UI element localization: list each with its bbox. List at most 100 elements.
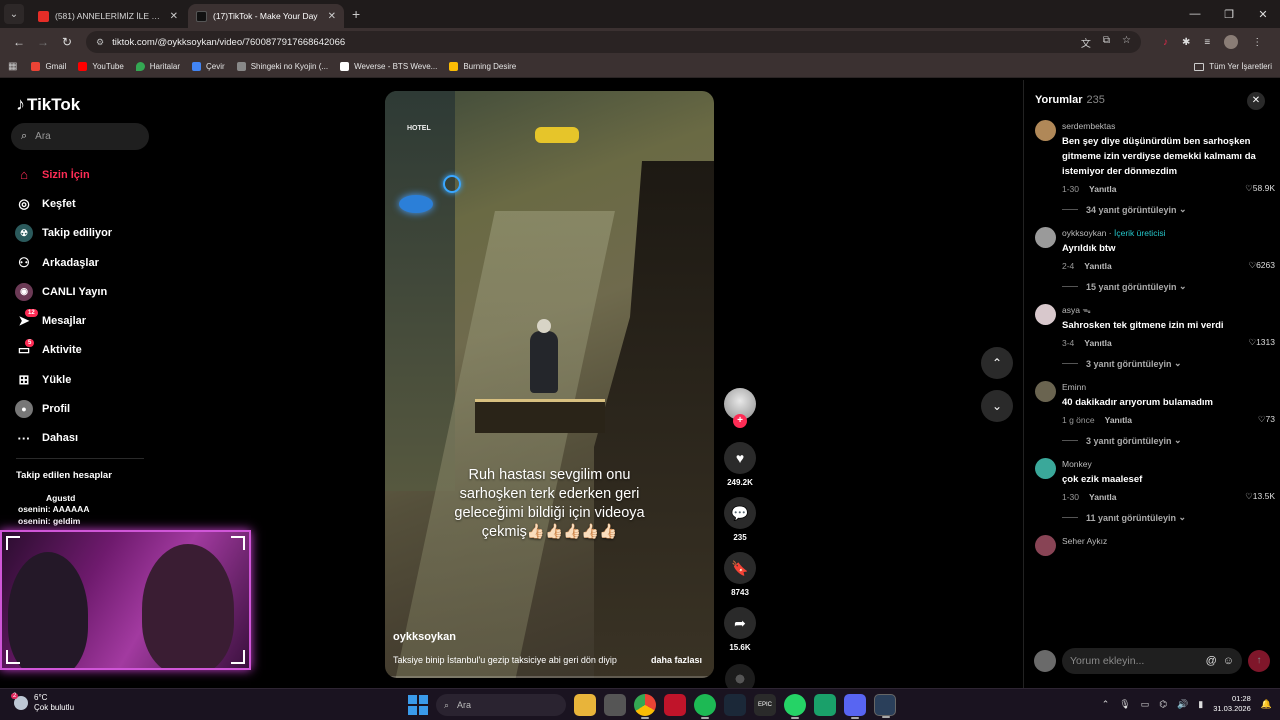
forward-icon[interactable]: → xyxy=(32,35,54,49)
previous-video-button[interactable]: ⌃ xyxy=(981,347,1013,379)
like-button[interactable]: ♥ xyxy=(724,442,756,474)
bookmark-translate[interactable]: Çevir xyxy=(192,62,225,71)
tab-search-chevron-icon[interactable]: ⌄ xyxy=(4,4,24,24)
whatsapp-icon[interactable] xyxy=(784,694,806,719)
bookmark-youtube[interactable]: YouTube xyxy=(78,62,124,71)
reply-button[interactable]: Yanıtla xyxy=(1089,184,1116,194)
all-bookmarks[interactable]: Tüm Yer İşaretleri xyxy=(1194,62,1272,71)
bookmark-weverse[interactable]: Weverse - BTS Weve... xyxy=(340,62,437,71)
comment-username[interactable]: oykksoykan · İçerik üreticisi xyxy=(1062,227,1275,239)
epic-games-icon[interactable]: EPIC xyxy=(754,694,776,716)
spotify-icon[interactable] xyxy=(694,694,716,719)
maximize-icon[interactable]: ❐ xyxy=(1212,8,1246,21)
comment-likes[interactable]: ♡1313 xyxy=(1248,337,1275,348)
profile-avatar-icon[interactable] xyxy=(1224,35,1239,49)
view-replies-button[interactable]: 3 yanıt görüntüleyin ⌄ xyxy=(1062,358,1275,369)
bookmark-star-icon[interactable]: ☆ xyxy=(1122,35,1131,50)
discord-icon[interactable] xyxy=(844,694,866,719)
sidebar-item-live[interactable]: ◉ CANLI Yayın xyxy=(15,277,112,306)
comment-avatar[interactable] xyxy=(1035,458,1056,479)
comment-username[interactable]: Eminn xyxy=(1062,381,1275,393)
share-button[interactable]: ➦ xyxy=(724,607,756,639)
search-input[interactable]: ⌕ Ara xyxy=(11,123,149,150)
bookmark-burning-desire[interactable]: Burning Desire xyxy=(449,62,516,71)
display-icon[interactable]: ▭ xyxy=(1141,699,1150,710)
extensions-icon[interactable]: ✱ xyxy=(1182,37,1190,48)
tab-close-icon[interactable]: ✕ xyxy=(328,11,336,22)
sidebar-item-profile[interactable]: ● Profil xyxy=(15,394,112,423)
send-comment-button[interactable]: ↑ xyxy=(1248,649,1270,672)
video-player[interactable]: HOTEL Ruh hastası sevgilim onu sarhoşken… xyxy=(385,91,714,678)
comment-username[interactable]: Seher Aykız xyxy=(1062,535,1275,547)
weather-widget[interactable]: 2 6°C Çok bulutlu xyxy=(11,693,74,713)
comment-avatar[interactable] xyxy=(1035,304,1056,325)
tiktok-logo[interactable]: ♪ TikTok xyxy=(16,94,80,115)
network-icon[interactable]: ⌬ xyxy=(1159,699,1167,710)
sidebar-item-messages[interactable]: ➤ 12 Mesajlar xyxy=(15,306,112,335)
notifications-icon[interactable]: 🔔 xyxy=(1261,699,1272,710)
reload-icon[interactable]: ↻ xyxy=(56,35,78,49)
reply-button[interactable]: Yanıtla xyxy=(1089,492,1116,502)
new-tab-icon[interactable]: + xyxy=(352,6,360,22)
taskbar-search[interactable]: ⌕ Ara xyxy=(436,694,566,716)
address-bar[interactable]: ⚙ tiktok.com/@oykksoykan/video/760087791… xyxy=(86,31,1141,53)
comment-username[interactable]: Monkey xyxy=(1062,458,1275,470)
install-app-icon[interactable]: ⧉ xyxy=(1103,35,1110,50)
reply-button[interactable]: Yanıtla xyxy=(1084,261,1111,271)
reply-button[interactable]: Yanıtla xyxy=(1105,415,1132,425)
comment-likes[interactable]: ♡6263 xyxy=(1248,260,1275,271)
sidebar-item-upload[interactable]: ⊞ Yükle xyxy=(15,365,112,394)
mention-icon[interactable]: @ xyxy=(1206,655,1217,667)
bookmark-maps[interactable]: Haritalar xyxy=(135,62,180,71)
reading-list-icon[interactable]: ≡ xyxy=(1204,37,1210,48)
comment-username[interactable]: asya ᯓ xyxy=(1062,304,1275,316)
site-info-icon[interactable]: ⚙ xyxy=(96,37,104,48)
app-red-icon[interactable] xyxy=(664,694,686,716)
view-replies-button[interactable]: 15 yanıt görüntüleyin ⌄ xyxy=(1062,281,1275,292)
tab-close-icon[interactable]: ✕ xyxy=(170,11,178,22)
comment-likes[interactable]: ♡73 xyxy=(1258,414,1275,425)
bookmark-gmail[interactable]: Gmail xyxy=(31,62,66,71)
comment-button[interactable]: 💬 xyxy=(724,497,756,529)
volume-icon[interactable]: 🔊 xyxy=(1177,699,1188,710)
minimize-icon[interactable]: — xyxy=(1178,8,1212,20)
view-replies-button[interactable]: 3 yanıt görüntüleyin ⌄ xyxy=(1062,435,1275,446)
microphone-icon[interactable]: 🎙 xyxy=(1119,699,1130,710)
back-icon[interactable]: ← xyxy=(8,35,30,49)
windows-start-icon[interactable] xyxy=(408,695,428,715)
close-comments-icon[interactable]: ✕ xyxy=(1247,92,1265,110)
comment-username[interactable]: serdembektas xyxy=(1062,120,1275,132)
translate-icon[interactable]: 文 xyxy=(1081,35,1091,50)
view-replies-button[interactable]: 34 yanıt görüntüleyin ⌄ xyxy=(1062,204,1275,215)
next-video-button[interactable]: ⌄ xyxy=(981,390,1013,422)
chrome-menu-icon[interactable]: ⋮ xyxy=(1252,37,1262,48)
task-view-icon[interactable] xyxy=(604,694,626,716)
emoji-icon[interactable]: ☺ xyxy=(1223,655,1234,667)
reply-button[interactable]: Yanıtla xyxy=(1084,338,1111,348)
comment-avatar[interactable] xyxy=(1035,120,1056,141)
sidebar-item-following[interactable]: ☢ Takip ediliyor xyxy=(15,219,112,248)
video-progress-bar[interactable] xyxy=(385,676,714,678)
steam-app-icon[interactable] xyxy=(874,694,896,718)
window-close-icon[interactable]: ✕ xyxy=(1246,8,1280,21)
comment-avatar[interactable] xyxy=(1035,535,1056,556)
comment-avatar[interactable] xyxy=(1035,381,1056,402)
apps-grid-icon[interactable]: ▦ xyxy=(8,61,17,72)
sidebar-item-for-you[interactable]: ⌂ Sizin İçin xyxy=(15,160,112,189)
author-avatar[interactable]: + xyxy=(724,388,756,428)
file-explorer-icon[interactable] xyxy=(574,694,596,716)
extension-tiktok-icon[interactable]: ♪ xyxy=(1163,37,1168,48)
sidebar-item-more[interactable]: ··· Dahası xyxy=(15,424,112,453)
sidebar-item-friends[interactable]: ⚇ Arkadaşlar xyxy=(15,248,112,277)
follow-plus-icon[interactable]: + xyxy=(733,414,747,428)
sidebar-item-explore[interactable]: ◎ Keşfet xyxy=(15,189,112,218)
browser-tab-tiktok[interactable]: (17)TikTok - Make Your Day ✕ xyxy=(188,4,344,28)
video-author[interactable]: oykksoykan xyxy=(393,631,456,643)
clock[interactable]: 01:28 31.03.2026 xyxy=(1213,694,1251,714)
comment-avatar[interactable] xyxy=(1035,227,1056,248)
view-replies-button[interactable]: 11 yanıt görüntüleyin ⌄ xyxy=(1062,512,1275,523)
sidebar-item-activity[interactable]: ▭ 5 Aktivite xyxy=(15,336,112,365)
comment-likes[interactable]: ♡58.9K xyxy=(1245,183,1275,194)
app-green-icon[interactable] xyxy=(814,694,836,716)
see-more-link[interactable]: daha fazlası xyxy=(651,655,702,665)
